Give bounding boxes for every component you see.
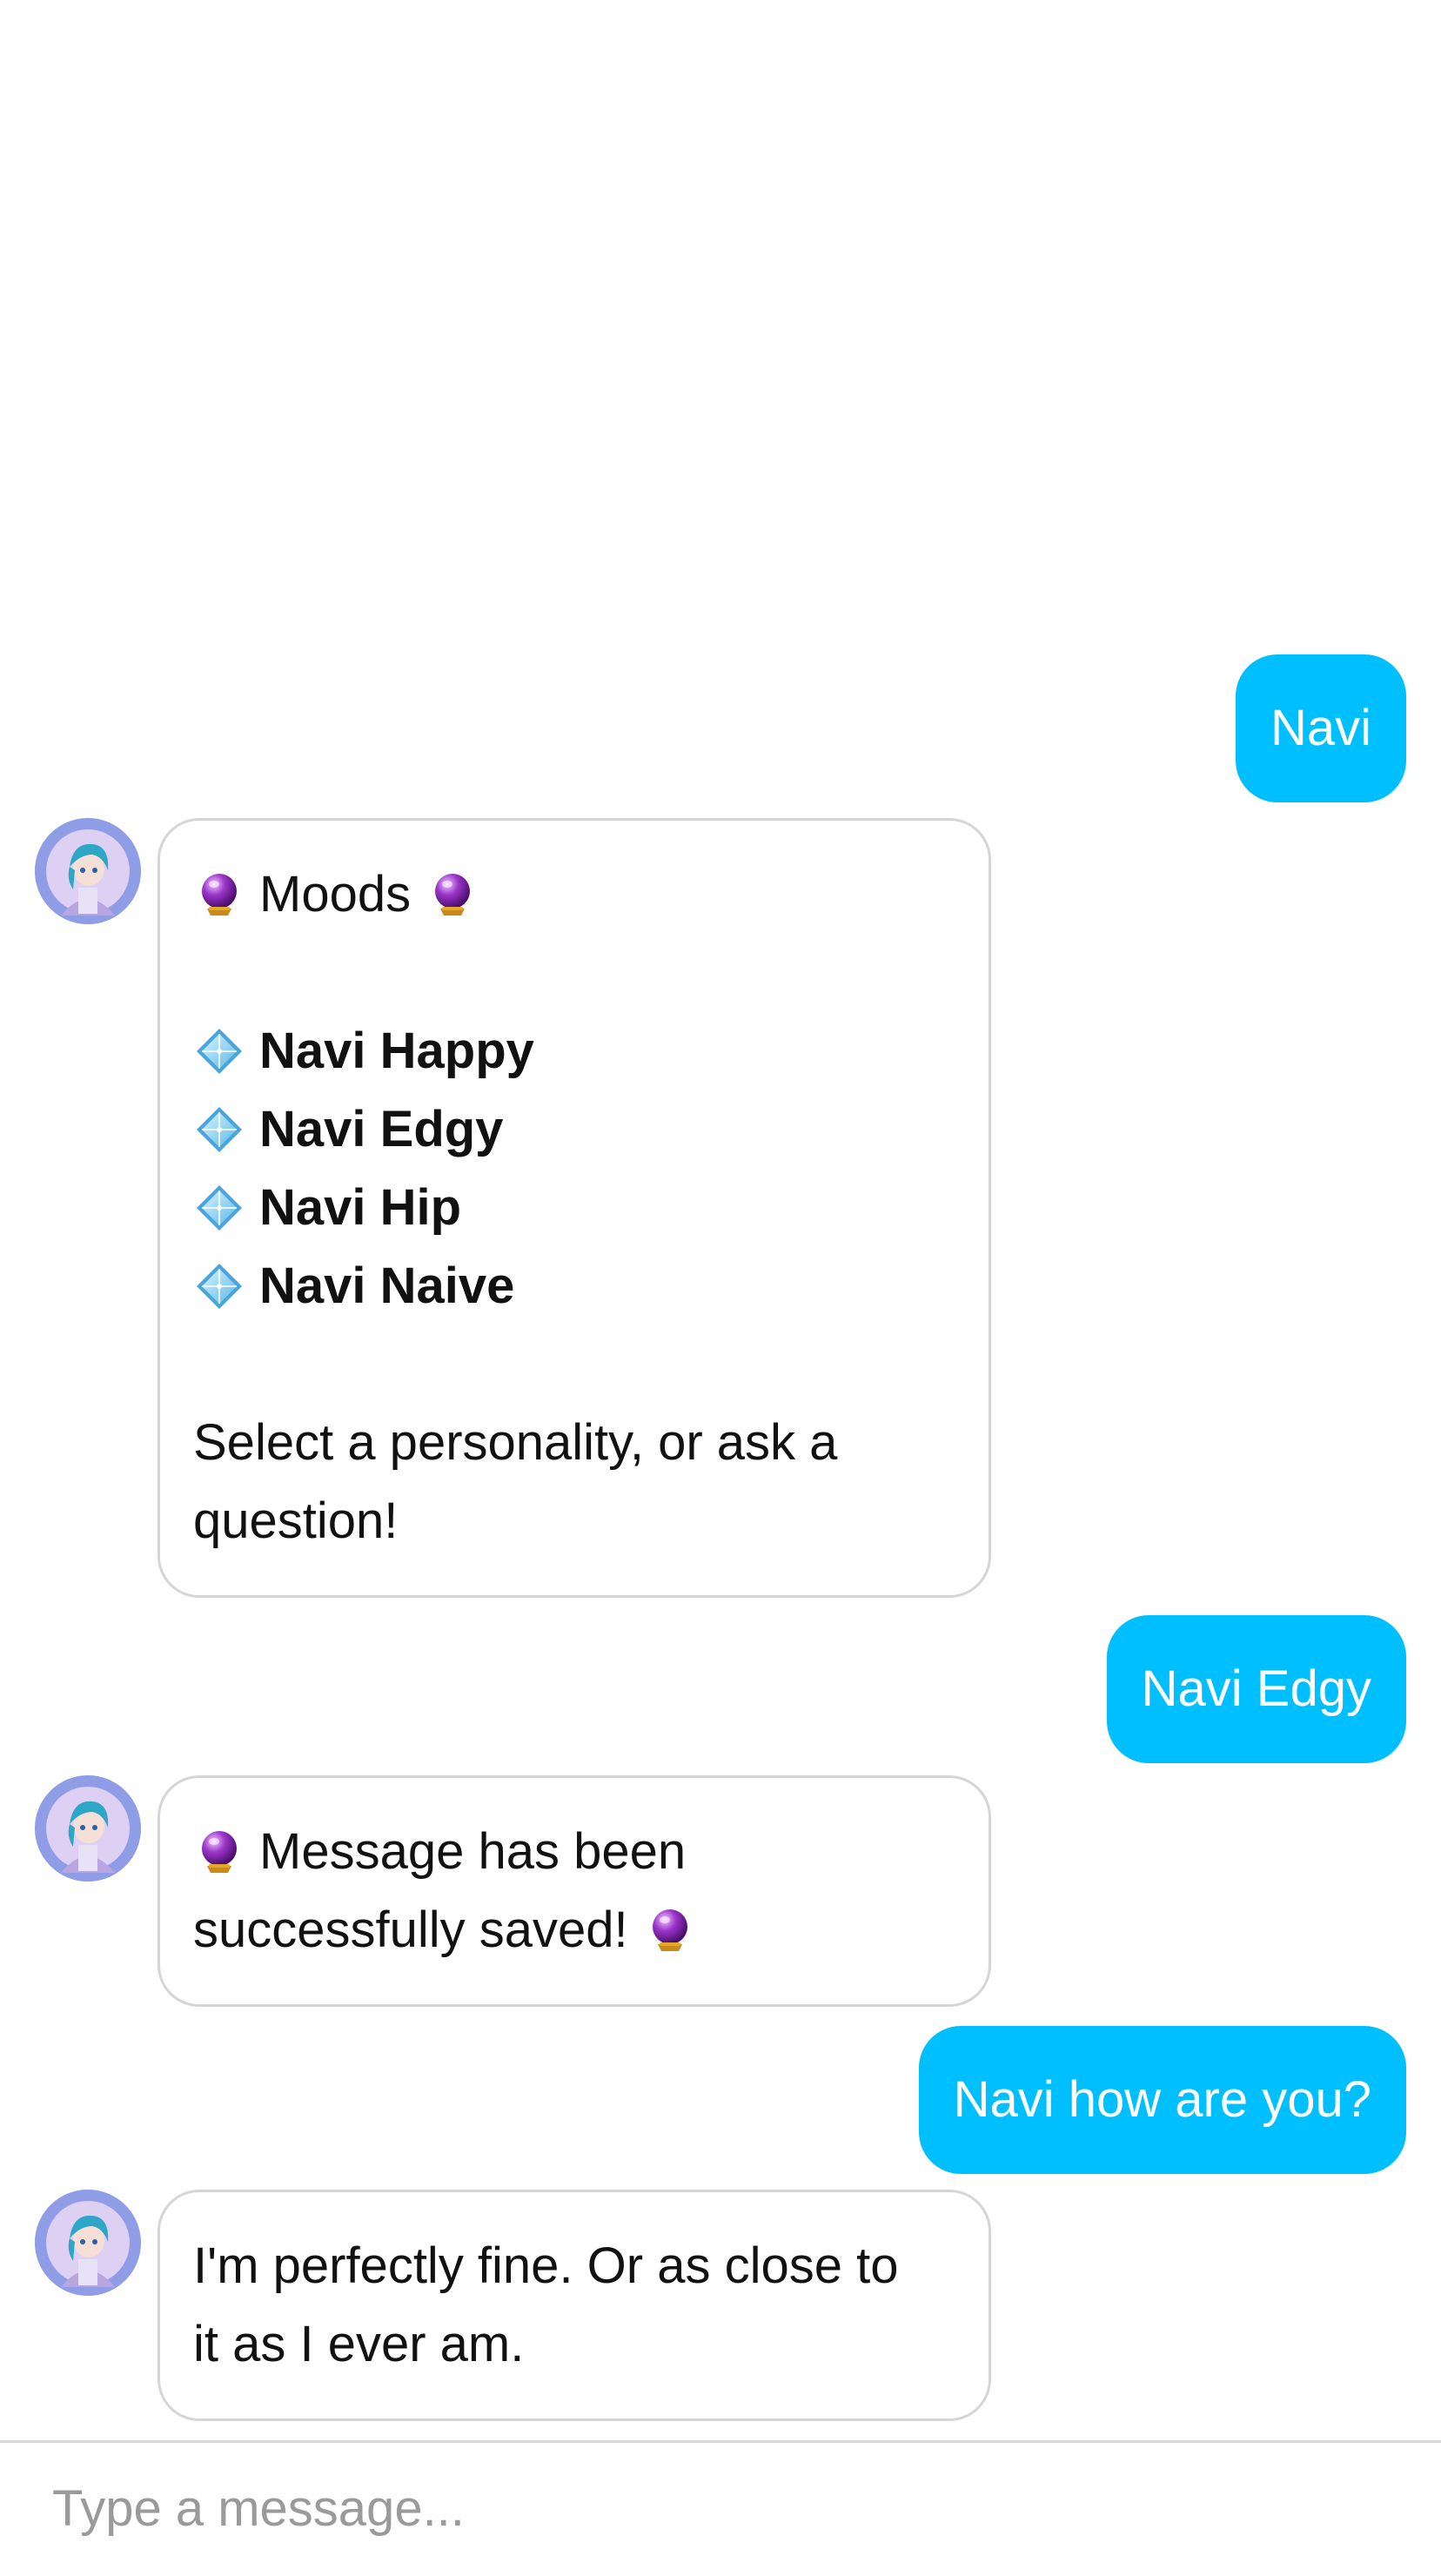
- mood-option-label: Navi Hip: [259, 1179, 462, 1236]
- message-input[interactable]: [52, 2469, 1357, 2547]
- saved-text: Message has been: [259, 1823, 687, 1880]
- user-message-navi-edgy: Navi Edgy: [1106, 1615, 1406, 1763]
- navi-avatar-icon: [35, 1775, 141, 1882]
- bot-message-saved: Message has been successfully saved!: [158, 1775, 991, 2007]
- saved-line: Message has been: [193, 1813, 955, 1891]
- moods-title-line: Moods: [193, 855, 955, 934]
- crystal-ball-icon: [644, 1904, 696, 1956]
- moods-prompt-line: Select a personality, or ask a: [193, 1404, 955, 1482]
- user-message-text: Navi how are you?: [953, 2071, 1371, 2128]
- mood-option-navi-edgy: Navi Edgy: [193, 1090, 955, 1169]
- reply-line: it as I ever am.: [193, 2305, 955, 2384]
- bot-avatar: [35, 2190, 141, 2296]
- mood-option-navi-happy: Navi Happy: [193, 1012, 955, 1090]
- mood-option-label: Navi Edgy: [259, 1101, 504, 1157]
- reply-line: I'm perfectly fine. Or as close to: [193, 2227, 955, 2305]
- saved-text: successfully saved!: [193, 1902, 628, 1958]
- reply-text: I'm perfectly fine. Or as close to: [193, 2237, 899, 2294]
- bot-message-moods: Moods Navi Happy Navi Edgy Navi Hip Navi…: [158, 818, 991, 1598]
- diamond-icon: [193, 1182, 245, 1234]
- user-message-navi-how-are-you: Navi how are you?: [918, 2026, 1406, 2174]
- crystal-ball-icon: [193, 1826, 245, 1878]
- user-message-text: Navi: [1270, 700, 1371, 756]
- saved-line: successfully saved!: [193, 1891, 955, 1969]
- moods-prompt-line: question!: [193, 1482, 955, 1560]
- moods-title: Moods: [259, 866, 412, 922]
- bot-avatar: [35, 1775, 141, 1882]
- message-composer: [0, 2440, 1441, 2576]
- moods-prompt-text: question!: [193, 1493, 399, 1549]
- mood-option-label: Navi Happy: [259, 1023, 534, 1079]
- mood-option-label: Navi Naive: [259, 1258, 515, 1314]
- navi-avatar-icon: [35, 2190, 141, 2296]
- user-message-navi: Navi: [1235, 654, 1406, 802]
- diamond-icon: [193, 1025, 245, 1077]
- reply-text: it as I ever am.: [193, 2316, 525, 2372]
- mood-option-navi-naive: Navi Naive: [193, 1247, 955, 1325]
- diamond-icon: [193, 1104, 245, 1156]
- crystal-ball-icon: [426, 869, 479, 921]
- bot-message-reply: I'm perfectly fine. Or as close to it as…: [158, 2190, 991, 2421]
- diamond-icon: [193, 1260, 245, 1312]
- mood-option-navi-hip: Navi Hip: [193, 1169, 955, 1247]
- moods-prompt-text: Select a personality, or ask a: [193, 1414, 838, 1471]
- crystal-ball-icon: [193, 869, 245, 921]
- user-message-text: Navi Edgy: [1141, 1660, 1371, 1717]
- navi-avatar-icon: [35, 818, 141, 924]
- bot-avatar: [35, 818, 141, 924]
